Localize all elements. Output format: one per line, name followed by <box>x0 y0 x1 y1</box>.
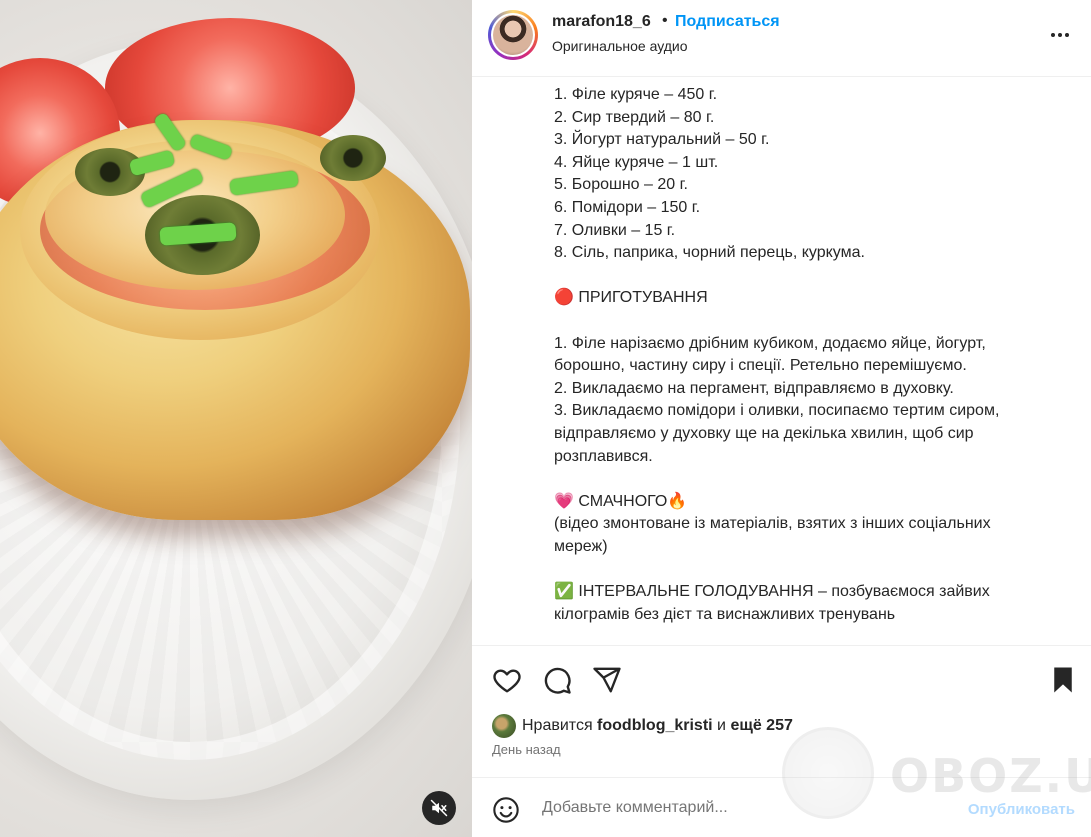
caption-line: 6. Помідори – 150 г. <box>554 198 701 216</box>
liker-username-link[interactable]: foodblog_kristi <box>597 717 713 734</box>
caption-line: 4. Яйце куряче – 1 шт. <box>554 153 719 171</box>
post-panel: marafon18_6 • Подписаться Оригинальное а… <box>472 0 1091 837</box>
emoji-icon[interactable] <box>492 796 520 824</box>
caption-line: борошно, частину сиру і спеції. Ретельно… <box>554 357 967 375</box>
post-caption: 1. Філе куряче – 450 г. 2. Сир твердий – … <box>554 84 1064 644</box>
action-bar <box>472 645 1091 705</box>
heart-icon[interactable] <box>492 665 522 695</box>
post-timestamp[interactable]: День назад <box>492 742 561 757</box>
caption-line: розплавився. <box>554 447 653 465</box>
more-icon[interactable] <box>1049 24 1071 46</box>
watermark: OBOZ.UA <box>782 727 1091 827</box>
watermark-text: OBOZ.UA <box>890 749 1091 803</box>
caption-line: кілограмів без дієт та виснажливих трену… <box>554 605 896 623</box>
audio-link[interactable]: Оригинальное аудио <box>552 38 688 54</box>
caption-line: 3. Йогурт натуральний – 50 г. <box>554 131 770 149</box>
muted-speaker-icon <box>430 799 448 817</box>
olive <box>320 135 386 181</box>
caption-line: 3. Викладаємо помідори і оливки, посипає… <box>554 402 1000 420</box>
caption-line: 1. Філе нарізаємо дрібним кубиком, додає… <box>554 334 986 352</box>
caption-line: 2. Сир твердий – 80 г. <box>554 108 715 126</box>
caption-line: 1. Філе куряче – 450 г. <box>554 86 718 103</box>
caption-line: відправляємо у духовку ще на декілька хв… <box>554 424 974 442</box>
caption-line: (відео змонтоване із матеріалів, взятих … <box>554 515 991 533</box>
caption-line: ✅ ІНТЕРВАЛЬНЕ ГОЛОДУВАННЯ – позбуваємося… <box>554 583 990 601</box>
likes-middle: и <box>712 717 731 734</box>
share-icon[interactable] <box>592 665 622 695</box>
caption-line: мереж) <box>554 537 608 555</box>
username-link[interactable]: marafon18_6 <box>552 13 651 31</box>
post-header: marafon18_6 • Подписаться Оригинальное а… <box>472 0 1091 77</box>
caption-line: 5. Борошно – 20 г. <box>554 176 688 194</box>
avatar[interactable] <box>488 10 538 60</box>
caption-line: 8. Сіль, паприка, чорний перець, куркума… <box>554 244 865 262</box>
bookmark-icon[interactable] <box>1048 665 1078 695</box>
follow-button[interactable]: Подписаться <box>675 13 780 31</box>
watermark-globe-icon <box>782 727 874 819</box>
caption-line: 2. Викладаємо на пергамент, відправляємо… <box>554 379 954 397</box>
caption-line: 🔴 ПРИГОТУВАННЯ <box>554 289 708 307</box>
comment-icon[interactable] <box>542 665 572 695</box>
mute-button[interactable] <box>422 791 456 825</box>
post-video[interactable] <box>0 0 472 837</box>
caption-line: 💗 СМАЧНОГО🔥 <box>554 492 688 510</box>
caption-line: 7. Оливки – 15 г. <box>554 221 676 239</box>
separator-dot: • <box>662 12 668 29</box>
likes-summary: Нравится foodblog_kristi и ещё 257 <box>492 714 793 738</box>
likes-prefix: Нравится <box>522 717 598 734</box>
liker-avatar[interactable] <box>492 714 516 738</box>
